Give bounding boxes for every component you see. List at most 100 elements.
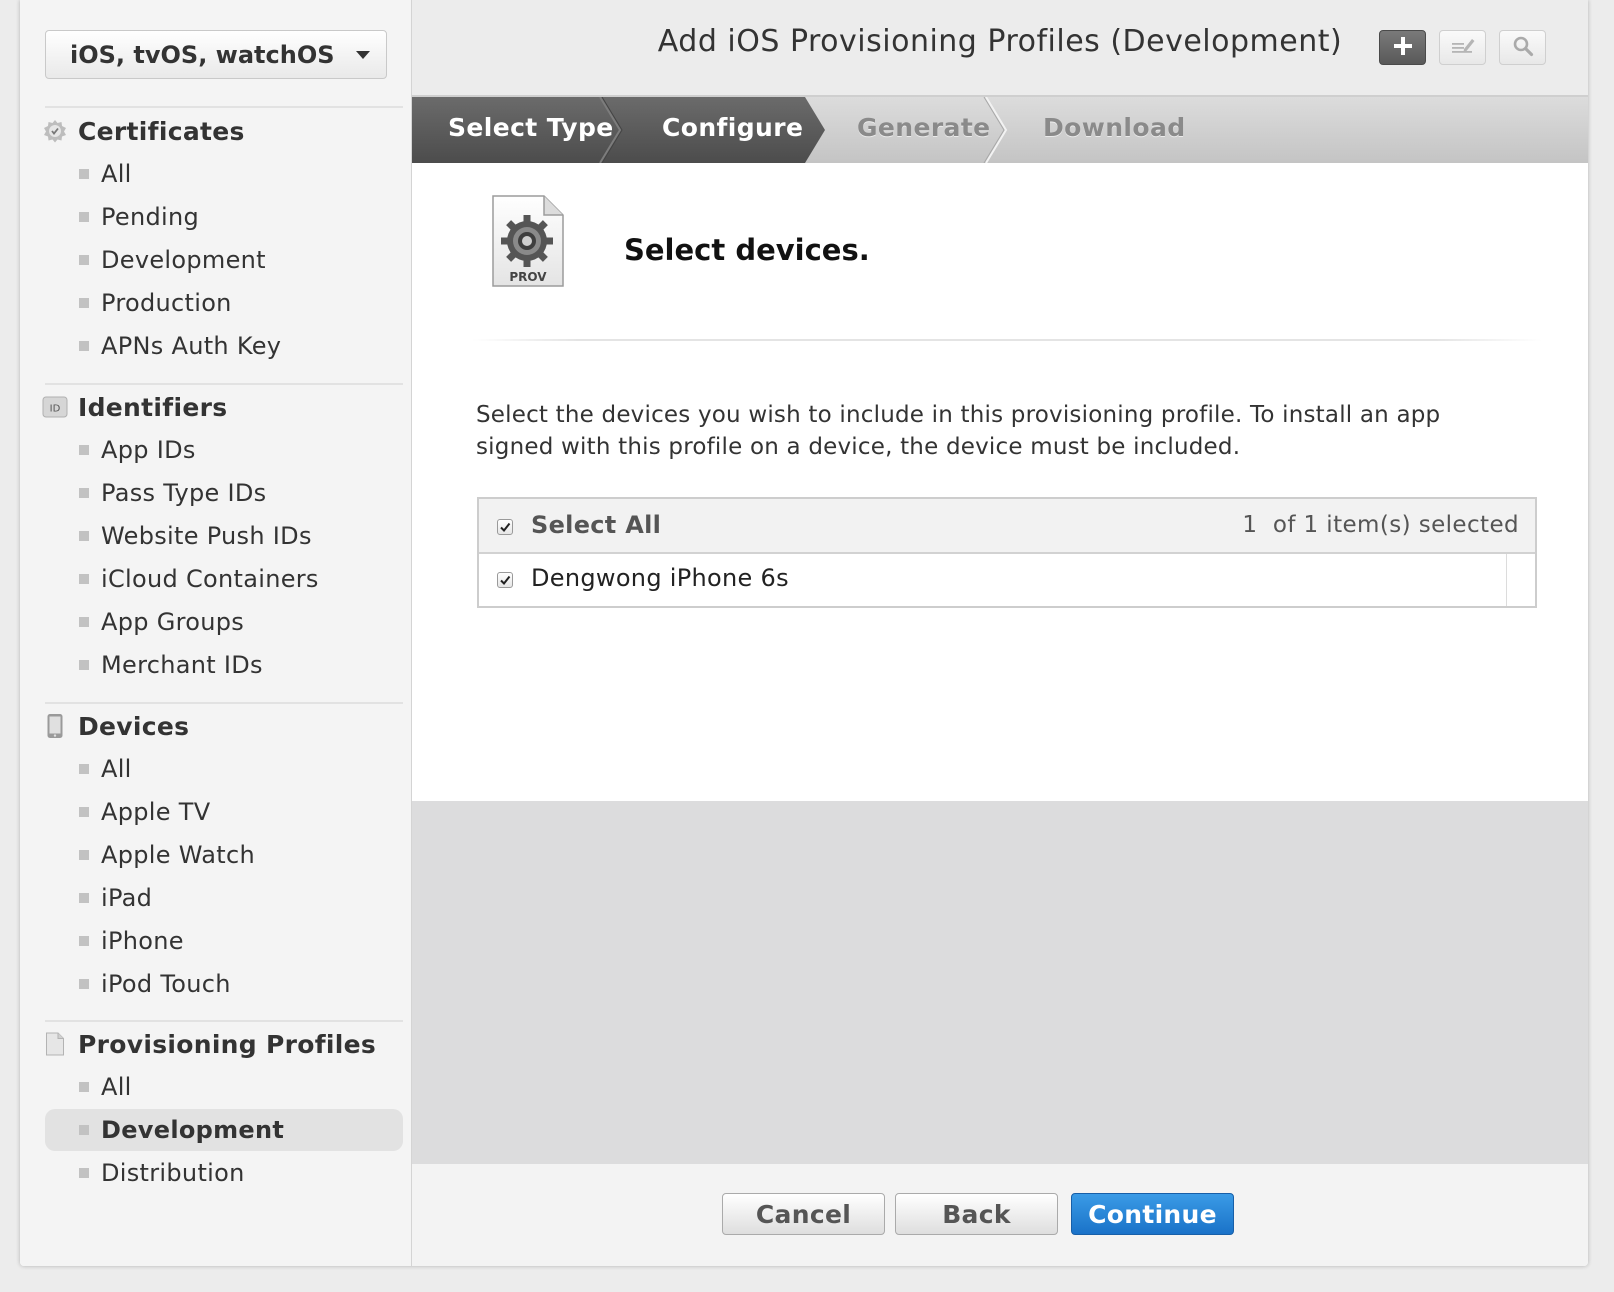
sidebar-item-label: iPod Touch — [101, 970, 231, 998]
sidebar-item-website-push-ids[interactable]: Website Push IDs — [45, 515, 403, 557]
device-checkbox[interactable] — [497, 572, 513, 588]
sidebar-item-label: Apple Watch — [101, 841, 255, 869]
sidebar-item-label: iPad — [101, 884, 153, 912]
sidebar-item-iphone[interactable]: iPhone — [45, 920, 403, 962]
sidebar-item-certificates-production[interactable]: Production — [45, 282, 403, 324]
chevron-down-icon — [356, 51, 370, 59]
section-identifiers[interactable]: ID Identifiers — [42, 392, 227, 422]
selected-count: 1 of 1 item(s) selected — [1242, 512, 1519, 538]
svg-text:ID: ID — [50, 404, 61, 415]
sidebar-item-app-ids[interactable]: App IDs — [45, 429, 403, 471]
step-generate: Generate — [857, 113, 991, 142]
sidebar-item-label: APNs Auth Key — [101, 332, 282, 360]
sidebar-item-label: App IDs — [101, 436, 196, 464]
sidebar-item-certificates-development[interactable]: Development — [45, 239, 403, 281]
sidebar-item-label: Merchant IDs — [101, 651, 263, 679]
bullet — [79, 936, 89, 946]
step-download: Download — [1043, 113, 1186, 142]
sidebar-item-label: App Groups — [101, 608, 245, 636]
app-window: iOS, tvOS, watchOS Certificates All Pend… — [20, 0, 1588, 1266]
search-button[interactable] — [1499, 30, 1546, 65]
sidebar-item-apple-watch[interactable]: Apple Watch — [45, 834, 403, 876]
select-all-checkbox[interactable] — [497, 519, 513, 535]
content-heading: Select devices. — [624, 233, 870, 267]
sidebar-divider — [45, 383, 403, 385]
content-panel: PROV Select devices. Select the devices … — [412, 163, 1588, 801]
document-icon — [42, 1031, 68, 1057]
description-text: Select the devices you wish to include i… — [476, 402, 1441, 460]
table-row[interactable]: Dengwong iPhone 6s — [479, 554, 1535, 606]
edit-icon — [1450, 36, 1476, 60]
sidebar-divider — [45, 1020, 403, 1022]
sidebar-item-label: Apple TV — [101, 798, 211, 826]
wizard-steps: Select Type Configure Generate Download — [412, 97, 1588, 163]
bullet — [79, 488, 89, 498]
sidebar-item-pass-type-ids[interactable]: Pass Type IDs — [45, 472, 403, 514]
sidebar-item-ipod-touch[interactable]: iPod Touch — [45, 963, 403, 1005]
main-panel: Add iOS Provisioning Profiles (Developme… — [412, 0, 1588, 1266]
section-provisioning-profiles[interactable]: Provisioning Profiles — [42, 1029, 376, 1059]
bullet — [79, 617, 89, 627]
section-title-certificates: Certificates — [78, 116, 245, 146]
platform-select[interactable]: iOS, tvOS, watchOS — [45, 30, 387, 79]
sidebar-item-devices-all[interactable]: All — [45, 748, 403, 790]
sidebar-item-apple-tv[interactable]: Apple TV — [45, 791, 403, 833]
sidebar-item-certificates-pending[interactable]: Pending — [45, 196, 403, 238]
bullet — [79, 1168, 89, 1178]
content-background — [412, 801, 1588, 1164]
checkmark-icon — [500, 575, 511, 586]
provisioning-profile-icon: PROV — [490, 193, 566, 293]
sidebar-item-label: Pass Type IDs — [101, 479, 267, 507]
sidebar-item-ipad[interactable]: iPad — [45, 877, 403, 919]
select-all-label[interactable]: Select All — [531, 511, 661, 539]
bullet — [79, 212, 89, 222]
section-certificates[interactable]: Certificates — [42, 116, 245, 146]
footer-bar: Cancel Back Continue — [412, 1164, 1588, 1266]
sidebar-item-label: Pending — [101, 203, 200, 231]
platform-select-label: iOS, tvOS, watchOS — [70, 40, 335, 69]
table-header: Select All 1 of 1 item(s) selected — [479, 499, 1535, 554]
sidebar-item-profiles-all[interactable]: All — [45, 1066, 403, 1108]
certificate-icon — [42, 118, 68, 144]
bullet — [79, 893, 89, 903]
sidebar-item-merchant-ids[interactable]: Merchant IDs — [45, 644, 403, 686]
bullet — [79, 169, 89, 179]
continue-button[interactable]: Continue — [1071, 1193, 1234, 1235]
bullet — [79, 255, 89, 265]
sidebar-item-app-groups[interactable]: App Groups — [45, 601, 403, 643]
sidebar-item-icloud-containers[interactable]: iCloud Containers — [45, 558, 403, 600]
sidebar-divider — [45, 702, 403, 704]
section-title-devices: Devices — [78, 711, 190, 741]
step-configure: Configure — [662, 113, 804, 142]
id-badge-icon: ID — [42, 394, 68, 420]
search-icon — [1512, 35, 1534, 61]
bullet — [79, 445, 89, 455]
sidebar-item-certificates-apns[interactable]: APNs Auth Key — [45, 325, 403, 367]
sidebar-divider — [45, 106, 403, 108]
sidebar-item-label: All — [101, 755, 132, 783]
sidebar-item-label: Website Push IDs — [101, 522, 312, 550]
device-table: Select All 1 of 1 item(s) selected Dengw… — [477, 497, 1537, 608]
checkmark-icon — [500, 522, 511, 533]
edit-button[interactable] — [1439, 30, 1486, 65]
sidebar-item-profiles-development[interactable]: Development — [45, 1109, 403, 1151]
sidebar-item-label: Distribution — [101, 1159, 245, 1187]
sidebar-item-certificates-all[interactable]: All — [45, 153, 403, 195]
sidebar: iOS, tvOS, watchOS Certificates All Pend… — [20, 0, 412, 1266]
bullet — [79, 341, 89, 351]
cancel-button[interactable]: Cancel — [722, 1193, 885, 1235]
back-button[interactable]: Back — [895, 1193, 1058, 1235]
bullet — [79, 1082, 89, 1092]
bullet — [79, 979, 89, 989]
svg-text:PROV: PROV — [509, 270, 547, 284]
device-icon — [42, 713, 68, 739]
sidebar-item-profiles-distribution[interactable]: Distribution — [45, 1152, 403, 1194]
device-name: Dengwong iPhone 6s — [531, 564, 789, 592]
sidebar-item-label: iPhone — [101, 927, 184, 955]
add-button[interactable] — [1379, 30, 1426, 65]
sidebar-item-label: Production — [101, 289, 232, 317]
bullet — [79, 298, 89, 308]
sidebar-item-label: All — [101, 1073, 132, 1101]
step-select-type: Select Type — [448, 113, 614, 142]
section-devices[interactable]: Devices — [42, 711, 189, 741]
